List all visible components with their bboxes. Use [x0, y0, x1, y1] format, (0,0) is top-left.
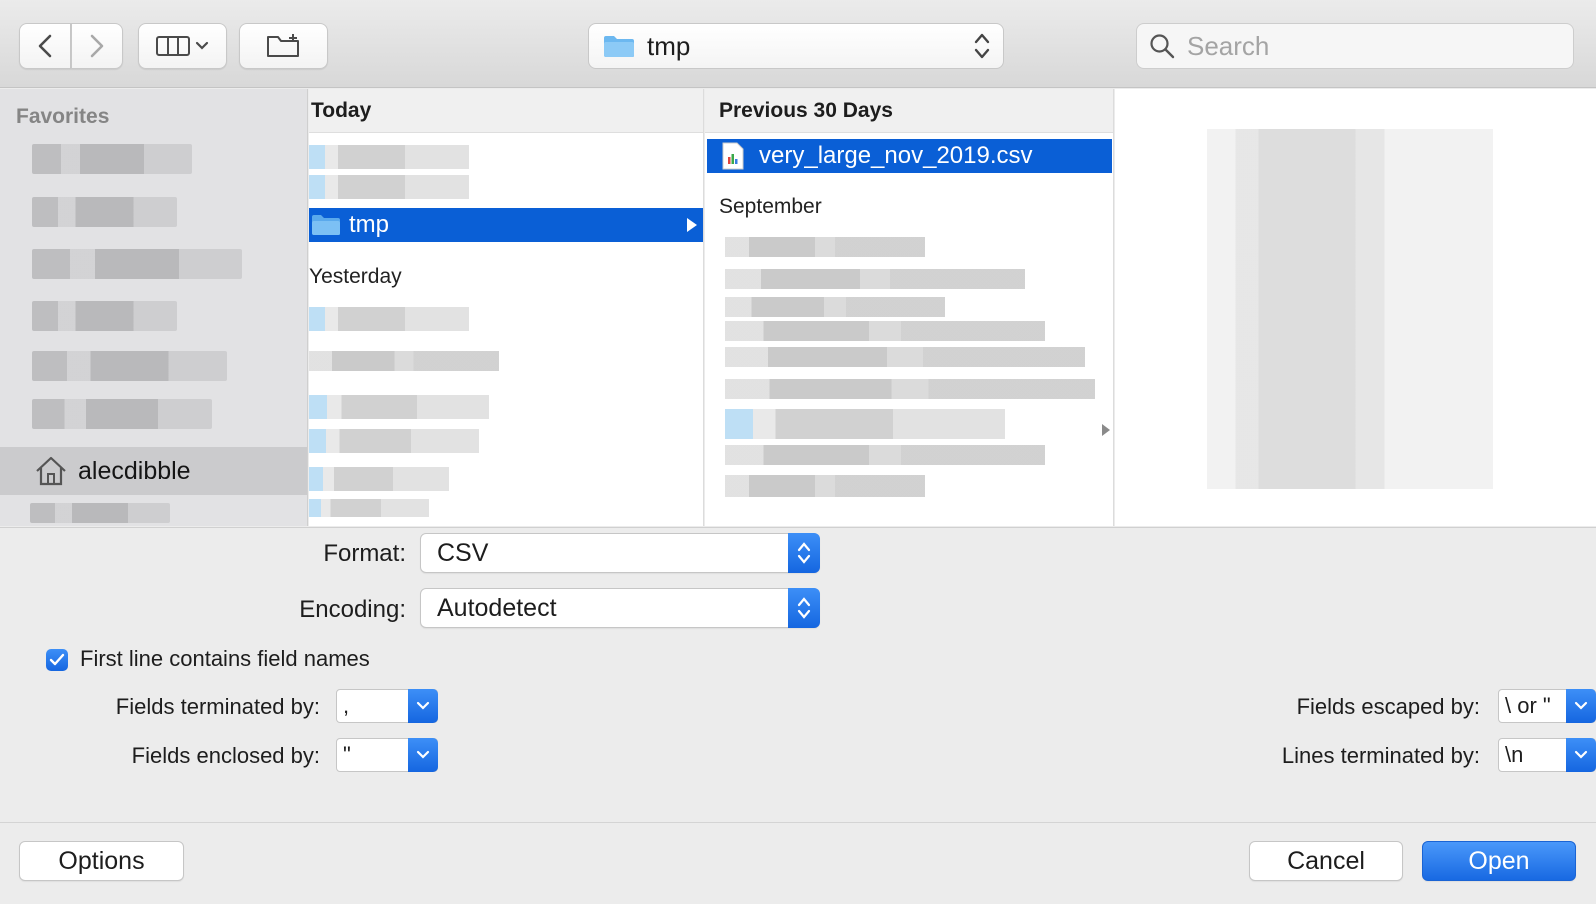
back-button[interactable] [19, 23, 71, 69]
sidebar-item-redacted[interactable] [32, 197, 177, 227]
column-view-icon [155, 36, 208, 56]
fields-escaped-label: Fields escaped by: [1296, 694, 1480, 719]
list-item[interactable] [309, 499, 429, 517]
list-item[interactable] [725, 409, 1005, 439]
sidebar-item-redacted[interactable] [32, 399, 212, 429]
csv-file-icon [722, 142, 744, 170]
sidebar-item-redacted[interactable] [32, 351, 227, 381]
list-item[interactable] [725, 379, 1095, 399]
chevron-down-icon [408, 689, 438, 723]
encoding-value: Autodetect [437, 593, 557, 622]
list-item[interactable] [309, 351, 499, 371]
list-item[interactable] [309, 145, 469, 169]
location-popup[interactable]: tmp [588, 23, 1004, 69]
sidebar-item-redacted[interactable] [32, 249, 242, 279]
section-label: September [719, 195, 822, 218]
list-item[interactable] [309, 395, 489, 419]
list-item[interactable] [309, 175, 469, 199]
view-mode-button[interactable] [138, 23, 227, 69]
file-preview-thumbnail [1207, 129, 1493, 489]
cancel-button[interactable]: Cancel [1249, 841, 1403, 881]
format-popup[interactable]: CSV [420, 533, 820, 573]
list-item-label: tmp [349, 211, 390, 238]
chevron-down-icon [408, 738, 438, 772]
sidebar-item-redacted[interactable] [30, 503, 170, 523]
checkmark-icon [49, 653, 65, 666]
format-label: Format: [323, 540, 406, 567]
options-button[interactable]: Options [19, 841, 184, 881]
list-item[interactable] [725, 445, 1045, 465]
list-item[interactable] [725, 321, 1045, 341]
fields-escaped-value: \ or " [1505, 693, 1551, 718]
chevron-down-icon [1566, 689, 1596, 723]
updown-chevron-icon [974, 33, 990, 59]
location-label: tmp [647, 30, 691, 61]
disclosure-arrow-icon [687, 218, 697, 232]
search-icon [1150, 34, 1175, 59]
fields-escaped-combo[interactable]: \ or " [1498, 689, 1596, 723]
folder-icon [312, 215, 340, 235]
sidebar: Favorites alecdibble [0, 89, 308, 526]
toolbar: tmp Search [0, 0, 1596, 88]
list-item[interactable] [725, 347, 1085, 367]
list-item-tmp-selected[interactable]: tmp [309, 208, 703, 242]
updown-chevron-icon [788, 588, 820, 628]
sidebar-item-redacted[interactable] [32, 301, 177, 331]
encoding-label: Encoding: [299, 596, 406, 623]
fields-terminated-combo[interactable]: , [336, 689, 438, 723]
import-options-panel: Format: CSV Encoding: Autodetect First l… [0, 527, 1596, 822]
list-item[interactable] [725, 297, 945, 317]
home-icon [36, 456, 66, 486]
list-item-csv-selected[interactable]: very_large_nov_2019.csv [707, 139, 1112, 173]
sidebar-heading: Favorites [16, 105, 110, 128]
preview-pane [1115, 89, 1596, 526]
fields-enclosed-label: Fields enclosed by: [131, 743, 320, 768]
chevron-down-icon [1566, 738, 1596, 772]
list-item[interactable] [725, 475, 925, 497]
list-item-label: very_large_nov_2019.csv [759, 142, 1033, 169]
column-header: Previous 30 Days [705, 89, 1113, 133]
list-item[interactable] [309, 429, 479, 453]
first-line-label: First line contains field names [80, 646, 370, 671]
fields-terminated-label: Fields terminated by: [115, 694, 320, 719]
sidebar-item-home[interactable]: alecdibble [0, 447, 307, 495]
section-label: Yesterday [309, 265, 402, 288]
chevron-right-icon [90, 34, 104, 58]
browser-column-2: Previous 30 Days very_large_nov_2019.csv… [705, 89, 1114, 526]
fields-enclosed-value: " [343, 742, 351, 767]
list-item[interactable] [309, 467, 449, 491]
sidebar-item-redacted[interactable] [32, 144, 192, 174]
folder-icon [604, 36, 634, 57]
sidebar-item-label: alecdibble [78, 456, 191, 485]
list-item[interactable] [309, 307, 469, 331]
fields-terminated-value: , [343, 693, 350, 718]
open-button[interactable]: Open [1422, 841, 1576, 881]
chevron-left-icon [38, 34, 52, 58]
list-item[interactable] [725, 269, 1025, 289]
new-folder-button[interactable] [239, 23, 328, 69]
forward-button[interactable] [71, 23, 123, 69]
fields-enclosed-combo[interactable]: " [336, 738, 438, 772]
list-item[interactable] [725, 237, 925, 257]
browser-column-1: Today tmp Yesterday [309, 89, 704, 526]
disclosure-arrow-icon [1102, 424, 1110, 436]
search-placeholder: Search [1187, 30, 1270, 61]
dialog-footer: Options Cancel Open [0, 822, 1596, 904]
encoding-popup[interactable]: Autodetect [420, 588, 820, 628]
updown-chevron-icon [788, 533, 820, 573]
lines-terminated-value: \n [1505, 742, 1524, 767]
first-line-checkbox[interactable] [46, 649, 68, 671]
search-field[interactable]: Search [1136, 23, 1574, 69]
lines-terminated-combo[interactable]: \n [1498, 738, 1596, 772]
column-header: Today [309, 89, 703, 133]
lines-terminated-label: Lines terminated by: [1281, 743, 1480, 768]
format-value: CSV [437, 538, 489, 567]
new-folder-icon [266, 34, 299, 57]
